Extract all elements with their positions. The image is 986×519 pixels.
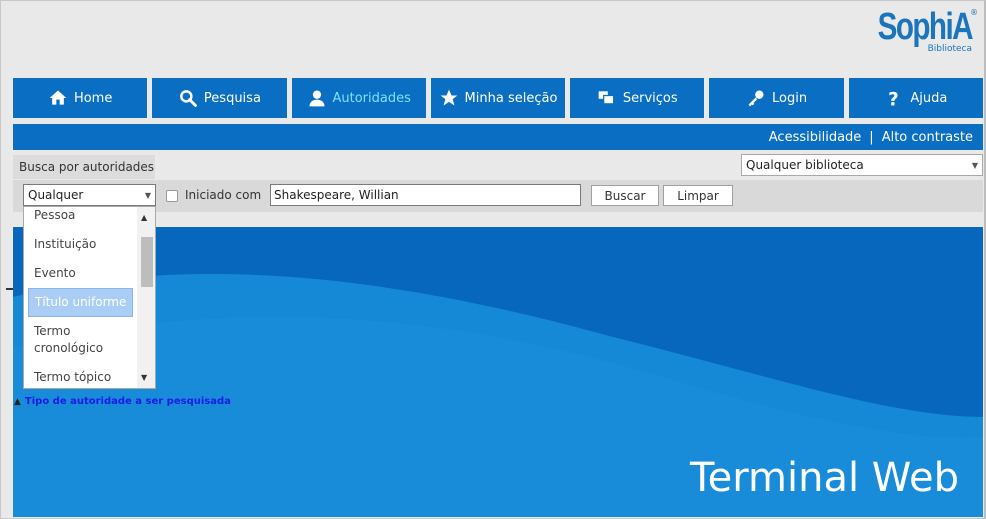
terminal-web-banner: Terminal Web [13, 227, 983, 517]
nav-label: Login [772, 90, 808, 106]
nav-minha-selecao[interactable]: Minha seleção [430, 78, 566, 118]
dropdown-option[interactable]: Termo tópico [28, 369, 133, 386]
question-icon: ? [889, 90, 900, 109]
separator: | [869, 129, 874, 145]
windows-icon [598, 91, 615, 105]
scroll-up-icon[interactable]: ▲ [141, 213, 147, 222]
nav-home[interactable]: Home [13, 78, 148, 118]
buscar-button[interactable]: Buscar [591, 185, 659, 206]
key-icon [748, 90, 764, 107]
logo-word: SophiA [877, 6, 974, 48]
nav-label: Serviços [622, 90, 678, 106]
nav-pesquisa[interactable]: Pesquisa [152, 78, 287, 118]
scroll-thumb[interactable] [141, 237, 153, 287]
authority-type-select[interactable]: Qualquer ▼ [23, 184, 156, 206]
nav-login[interactable]: Login [709, 78, 844, 118]
sophia-logo: SophiA ® Biblioteca [851, 6, 978, 54]
user-icon [309, 90, 324, 107]
dropdown-option-selected[interactable]: Título uniforme [28, 288, 133, 317]
tab-busca-por-autoridades[interactable]: Busca por autoridades [13, 155, 155, 179]
nav-ajuda[interactable]: ? Ajuda [848, 78, 983, 118]
logo-registered-mark: ® [970, 8, 978, 17]
authority-type-dropdown: Pessoa Instituição Evento Título uniform… [23, 206, 156, 389]
dropdown-option[interactable]: Instituição [28, 236, 133, 253]
accessibility-bar: Acessibilidade | Alto contraste [13, 124, 983, 150]
dropdown-option[interactable]: Termo cronológico [28, 323, 118, 357]
nav-label: Ajuda [910, 90, 948, 106]
dropdown-option[interactable]: Pessoa [28, 207, 133, 224]
acessibilidade-link[interactable]: Acessibilidade [769, 130, 862, 145]
main-nav: Home Pesquisa Autoridades Minha seleção … [13, 78, 983, 118]
starts-with-label: Iniciado com [185, 188, 262, 202]
nav-label: Pesquisa [203, 90, 261, 106]
authority-type-value: Qualquer [28, 188, 84, 202]
star-icon [440, 89, 457, 106]
dropdown-scrollbar[interactable]: ▲ ▼ [137, 207, 155, 388]
alto-contraste-link[interactable]: Alto contraste [882, 130, 973, 145]
hint-text: Tipo de autoridade a ser pesquisada [24, 396, 231, 407]
nav-label: Minha seleção [464, 90, 558, 106]
hint-bullet-icon: ▲ [14, 397, 21, 407]
nav-label: Home [73, 90, 113, 106]
nav-autoridades[interactable]: Autoridades [291, 78, 426, 118]
starts-with-checkbox[interactable] [166, 190, 178, 202]
chevron-down-icon: ▼ [971, 160, 978, 170]
banner-title: Terminal Web [690, 455, 959, 501]
chevron-down-icon: ▼ [144, 190, 151, 200]
search-icon [180, 90, 197, 107]
limpar-button[interactable]: Limpar [663, 185, 733, 206]
library-select[interactable]: Qualquer biblioteca ▼ [741, 154, 983, 176]
nav-servicos[interactable]: Serviços [570, 78, 705, 118]
search-term-input[interactable]: Shakespeare, Willian [270, 184, 581, 206]
scroll-down-icon[interactable]: ▼ [141, 373, 147, 382]
left-marker [6, 288, 13, 290]
home-icon [49, 90, 67, 105]
svg-text:?: ? [889, 90, 900, 109]
authority-type-hint: ▲ Tipo de autoridade a ser pesquisada [14, 396, 231, 407]
dropdown-option[interactable]: Evento [28, 265, 133, 282]
library-select-value: Qualquer biblioteca [746, 158, 864, 172]
nav-label: Autoridades [332, 90, 411, 106]
tab-label: Busca por autoridades [19, 160, 155, 174]
